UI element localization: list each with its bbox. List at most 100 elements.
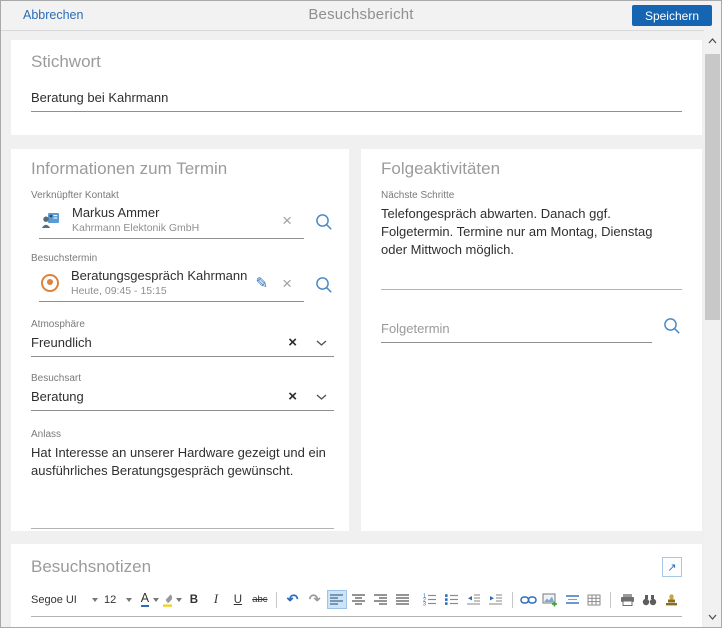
chevron-down-icon[interactable] — [315, 339, 328, 347]
anlass-textarea[interactable]: Hat Interesse an unserer Hardware gezeig… — [31, 440, 334, 529]
besuchsart-label: Besuchsart — [31, 373, 82, 384]
folgetermin-placeholder: Folgetermin — [381, 319, 652, 343]
font-name-value: Segoe UI — [31, 593, 77, 606]
numbered-list-icon: 123 — [423, 594, 437, 607]
besuchstermin-label: Besuchstermin — [31, 253, 98, 264]
print-button[interactable] — [617, 590, 637, 609]
bold-button[interactable]: B — [184, 590, 204, 609]
caret-down-icon — [175, 597, 182, 602]
align-right-icon — [374, 594, 388, 605]
stamp-button[interactable] — [661, 590, 681, 609]
anlass-label: Anlass — [31, 429, 62, 440]
stamp-icon — [665, 594, 677, 606]
besuchstermin-search-icon[interactable] — [314, 275, 334, 300]
kontakt-name: Markus Ammer — [72, 205, 160, 220]
find-button[interactable] — [639, 590, 659, 609]
insert-link-button[interactable] — [518, 590, 538, 609]
bullet-list-button[interactable] — [442, 590, 462, 609]
toolbar-separator — [275, 591, 277, 608]
insert-table-button[interactable] — [584, 590, 604, 609]
align-center-button[interactable] — [349, 590, 369, 609]
page-title: Besuchsbericht — [308, 6, 414, 23]
appointment-icon — [41, 274, 59, 292]
justify-button[interactable] — [393, 590, 413, 609]
line-spacing-icon — [565, 595, 579, 604]
save-button[interactable]: Speichern — [631, 5, 712, 26]
kontakt-search-icon[interactable] — [314, 212, 334, 237]
indent-button[interactable] — [486, 590, 506, 609]
folgetermin-lookup-field[interactable]: Folgetermin — [381, 316, 682, 343]
folge-heading: Folgeaktivitäten — [381, 159, 501, 178]
outdent-icon — [467, 594, 481, 605]
font-color-button[interactable]: A — [140, 590, 160, 609]
redo-button[interactable]: ↷ — [305, 590, 325, 609]
align-center-icon — [352, 594, 366, 605]
notizen-card: Besuchsnotizen ↗ Segoe UI 12 A B I U abc… — [11, 544, 702, 627]
caret-down-icon — [153, 597, 160, 602]
open-in-new-icon[interactable]: ↗ — [662, 557, 682, 577]
bullet-list-icon — [445, 594, 459, 605]
align-right-button[interactable] — [371, 590, 391, 609]
svg-text:3: 3 — [423, 602, 426, 607]
atmosphaere-label: Atmosphäre — [31, 319, 85, 330]
outdent-button[interactable] — [464, 590, 484, 609]
strikethrough-button[interactable]: abc — [250, 590, 270, 609]
align-left-button[interactable] — [326, 590, 347, 609]
toolbar-separator — [511, 591, 513, 608]
align-left-icon — [330, 594, 344, 605]
font-size-value: 12 — [104, 593, 117, 606]
insert-image-button[interactable] — [540, 590, 560, 609]
kontakt-clear-icon[interactable]: × — [282, 212, 292, 229]
caret-down-icon — [92, 597, 98, 602]
binoculars-icon — [642, 594, 656, 605]
highlight-icon — [162, 594, 172, 607]
font-name-select[interactable]: Segoe UI — [31, 594, 98, 606]
naechste-schritte-textarea[interactable]: Telefongespräch abwarten. Danach ggf. Fo… — [381, 201, 682, 290]
notizen-heading: Besuchsnotizen — [31, 557, 152, 576]
folgetermin-search-icon[interactable] — [662, 316, 682, 341]
toolbar-separator — [610, 591, 612, 608]
besuchsart-value: Beratung — [31, 389, 84, 404]
scroll-up-icon[interactable] — [704, 32, 721, 49]
besuchsart-select[interactable]: Beratung × — [31, 386, 334, 411]
numbered-list-button[interactable]: 123 — [420, 590, 440, 609]
cancel-button[interactable]: Abbrechen — [23, 8, 83, 22]
underline-button[interactable]: U — [228, 590, 248, 609]
scrollbar-thumb[interactable] — [705, 54, 720, 320]
kontakt-company: Kahrmann Elektonik GmbH — [72, 221, 200, 234]
stichwort-card: Stichwort Beratung bei Kahrmann — [11, 40, 702, 135]
folge-card: Folgeaktivitäten Nächste Schritte Telefo… — [361, 149, 702, 531]
italic-button[interactable]: I — [206, 590, 226, 609]
atmosphaere-value: Freundlich — [31, 335, 92, 350]
indent-icon — [489, 594, 503, 605]
atmosphaere-select[interactable]: Freundlich × — [31, 332, 334, 357]
font-size-select[interactable]: 12 — [104, 594, 132, 606]
besuchstermin-lookup-field[interactable]: Beratungsgespräch Kahrmann Heute, 09:45 … — [39, 267, 334, 302]
naechste-schritte-label: Nächste Schritte — [381, 190, 455, 201]
edit-icon[interactable]: ✎ — [255, 274, 268, 292]
besuchsbericht-window: Abbrechen Besuchsbericht Speichern Stich… — [0, 0, 722, 628]
besuchsart-clear-icon[interactable]: × — [288, 389, 297, 404]
besuchstermin-title: Beratungsgespräch Kahrmann — [71, 268, 248, 283]
stichwort-input[interactable]: Beratung bei Kahrmann — [31, 88, 682, 112]
print-icon — [620, 594, 634, 606]
scroll-down-icon[interactable] — [704, 608, 721, 625]
termin-heading: Informationen zum Termin — [31, 159, 228, 178]
table-icon — [587, 594, 601, 605]
caret-down-icon — [125, 597, 132, 602]
font-color-letter: A — [140, 591, 150, 608]
besuchstermin-time: Heute, 09:45 - 15:15 — [71, 284, 167, 297]
chevron-down-icon[interactable] — [315, 393, 328, 401]
undo-button[interactable]: ↶ — [283, 590, 303, 609]
image-icon — [542, 593, 558, 606]
kontakt-lookup-field[interactable]: Markus Ammer Kahrmann Elektonik GmbH × — [39, 204, 334, 239]
kontakt-label: Verknüpfter Kontakt — [31, 190, 119, 201]
atmosphaere-clear-icon[interactable]: × — [288, 335, 297, 350]
header-bar: Abbrechen Besuchsbericht Speichern — [1, 1, 721, 31]
richtext-toolbar: Segoe UI 12 A B I U abc ↶ ↷ 1 2 3 — [31, 590, 682, 617]
vertical-scrollbar[interactable] — [704, 30, 721, 627]
highlight-button[interactable] — [162, 590, 182, 609]
besuchstermin-clear-icon[interactable]: × — [282, 275, 292, 292]
line-spacing-button[interactable] — [562, 590, 582, 609]
justify-icon — [396, 594, 410, 605]
